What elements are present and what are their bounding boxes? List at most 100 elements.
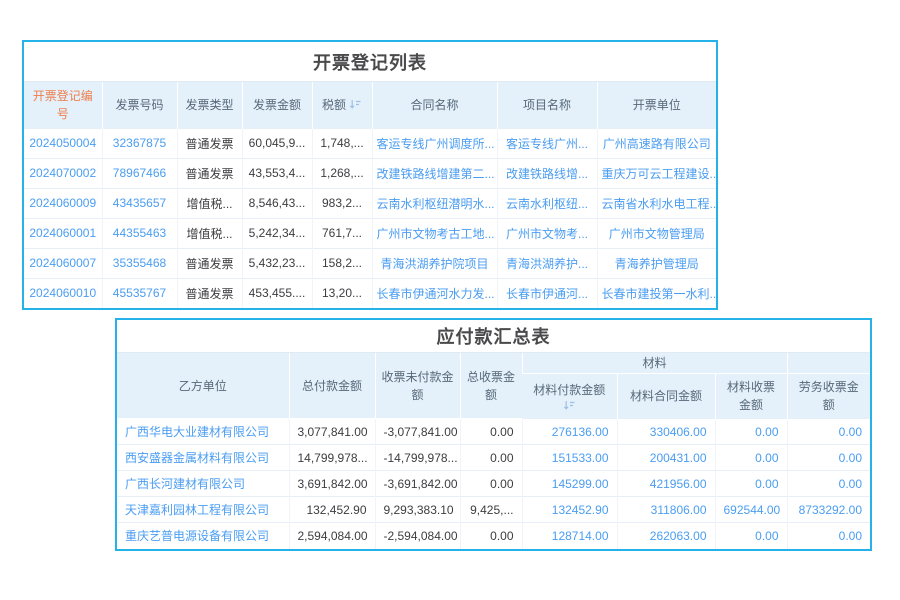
contract-name-cell[interactable]: 客运专线广州调度所... xyxy=(371,127,497,158)
invoice-header-row: 开票登记编号 发票号码 发票类型 发票金额 税额 合同名称 项目名称 开票单位 xyxy=(24,82,716,128)
material-received-cell[interactable]: 0.00 xyxy=(714,470,788,497)
labor-received-cell[interactable]: 8733292.00 xyxy=(786,496,871,523)
col-invoice-number-label: 发票号码 xyxy=(115,97,164,112)
party-b-unit-cell[interactable]: 重庆艺普电源设备有限公司 xyxy=(117,522,289,549)
total-payment-cell: 3,077,841.00 xyxy=(288,418,375,445)
invoice-type-cell: 普通发票 xyxy=(176,157,242,188)
col-material-payment-label: 材料付款金额 xyxy=(533,383,606,397)
material-received-cell[interactable]: 0.00 xyxy=(714,522,788,549)
labor-received-cell[interactable]: 0.00 xyxy=(786,444,871,471)
material-contract-cell[interactable]: 421956.00 xyxy=(616,470,715,497)
material-payment-cell[interactable]: 145299.00 xyxy=(521,470,617,497)
invoicing-unit-cell[interactable]: 广州市文物管理局 xyxy=(596,217,716,248)
invoice-row: 2024050004 32367875 普通发票 60,045,9... 1,748,.… xyxy=(24,127,716,158)
material-payment-cell[interactable]: 276136.00 xyxy=(521,418,617,445)
tax-amount-cell: 761,7... xyxy=(311,217,372,248)
tax-amount-cell: 1,748,... xyxy=(311,127,372,158)
col-total-payment-label: 总付款金额 xyxy=(301,378,362,393)
col-tax-amount[interactable]: 税额 xyxy=(311,82,372,128)
total-payment-cell: 14,799,978... xyxy=(288,444,375,471)
party-b-unit-cell[interactable]: 广西华电大业建材有限公司 xyxy=(117,418,289,445)
tax-amount-cell: 1,268,... xyxy=(311,157,372,188)
invoice-number-cell[interactable]: 35355468 xyxy=(101,247,177,278)
project-name-cell[interactable]: 广州市文物考... xyxy=(496,217,597,248)
labor-received-cell[interactable]: 0.00 xyxy=(786,522,871,549)
received-unpaid-cell: -14,799,978... xyxy=(374,444,460,471)
contract-name-cell[interactable]: 广州市文物考古工地... xyxy=(371,217,497,248)
material-group-label: 材料 xyxy=(642,356,667,370)
contract-name-cell[interactable]: 长春市伊通河水力发... xyxy=(371,277,497,308)
party-b-unit-cell[interactable]: 天津嘉利园林工程有限公司 xyxy=(117,496,289,523)
invoice-row: 2024060007 35355468 普通发票 5,432,23... 158,2..… xyxy=(24,247,716,278)
project-name-cell[interactable]: 云南水利枢纽... xyxy=(496,187,597,218)
col-registration-id-label: 开票登记编号 xyxy=(32,88,93,121)
col-total-received: 总收票金额 xyxy=(459,353,522,419)
invoice-amount-cell: 60,045,9... xyxy=(241,127,312,158)
sort-icon[interactable] xyxy=(349,99,362,110)
col-contract-name: 合同名称 xyxy=(371,82,497,128)
col-invoice-amount: 发票金额 xyxy=(241,82,312,128)
party-b-unit-cell[interactable]: 西安盛器金属材料有限公司 xyxy=(117,444,289,471)
material-contract-cell[interactable]: 262063.00 xyxy=(616,522,715,549)
invoice-type-cell: 增值税... xyxy=(176,187,242,218)
material-payment-cell[interactable]: 151533.00 xyxy=(521,444,617,471)
material-contract-cell[interactable]: 311806.00 xyxy=(616,496,715,523)
labor-group-header-empty xyxy=(786,353,871,374)
received-unpaid-cell: -3,077,841.00 xyxy=(374,418,460,445)
material-contract-cell[interactable]: 200431.00 xyxy=(616,444,715,471)
material-contract-cell[interactable]: 330406.00 xyxy=(616,418,715,445)
labor-received-cell[interactable]: 0.00 xyxy=(786,470,871,497)
invoicing-unit-cell[interactable]: 云南省水利水电工程... xyxy=(596,187,716,218)
material-payment-cell[interactable]: 128714.00 xyxy=(521,522,617,549)
registration-id-cell[interactable]: 2024050004 xyxy=(24,127,102,158)
col-invoice-type-label: 发票类型 xyxy=(185,97,234,112)
invoice-row: 2024070002 78967466 普通发票 43,553,4... 1,268,.… xyxy=(24,157,716,188)
payable-row: 西安盛器金属材料有限公司 14,799,978... -14,799,978... 0… xyxy=(117,444,871,471)
invoice-number-cell[interactable]: 78967466 xyxy=(101,157,177,188)
col-material-contract: 材料合同金额 xyxy=(616,373,715,419)
received-unpaid-cell: 9,293,383.10 xyxy=(374,496,460,523)
col-received-unpaid: 收票未付款金额 xyxy=(374,353,460,419)
received-unpaid-cell: -3,691,842.00 xyxy=(374,470,460,497)
contract-name-cell[interactable]: 青海洪湖养护院项目 xyxy=(371,247,497,278)
registration-id-cell[interactable]: 2024060010 xyxy=(24,277,102,308)
invoicing-unit-cell[interactable]: 广州高速路有限公司 xyxy=(596,127,716,158)
material-payment-cell[interactable]: 132452.90 xyxy=(521,496,617,523)
project-name-cell[interactable]: 客运专线广州... xyxy=(496,127,597,158)
material-received-cell[interactable]: 0.00 xyxy=(714,444,788,471)
registration-id-cell[interactable]: 2024060009 xyxy=(24,187,102,218)
contract-name-cell[interactable]: 改建铁路线增建第二... xyxy=(371,157,497,188)
invoicing-unit-cell[interactable]: 青海养护管理局 xyxy=(596,247,716,278)
invoice-number-cell[interactable]: 45535767 xyxy=(101,277,177,308)
labor-received-cell[interactable]: 0.00 xyxy=(786,418,871,445)
col-material-payment[interactable]: 材料付款金额 xyxy=(522,373,617,419)
invoice-type-cell: 普通发票 xyxy=(176,127,242,158)
material-received-cell[interactable]: 692544.00 xyxy=(714,496,788,523)
contract-name-cell[interactable]: 云南水利枢纽潜明水... xyxy=(371,187,497,218)
col-tax-amount-label: 税额 xyxy=(321,97,346,112)
project-name-cell[interactable]: 青海洪湖养护... xyxy=(496,247,597,278)
project-name-cell[interactable]: 改建铁路线增... xyxy=(496,157,597,188)
registration-id-cell[interactable]: 2024060007 xyxy=(24,247,102,278)
project-name-cell[interactable]: 长春市伊通河... xyxy=(496,277,597,308)
material-received-cell[interactable]: 0.00 xyxy=(714,418,788,445)
invoicing-unit-cell[interactable]: 长春市建投第一水利... xyxy=(596,277,716,308)
received-unpaid-cell: -2,594,084.00 xyxy=(374,522,460,549)
invoice-number-cell[interactable]: 32367875 xyxy=(101,127,177,158)
invoice-number-cell[interactable]: 43435657 xyxy=(101,187,177,218)
invoicing-unit-cell[interactable]: 重庆万可云工程建设... xyxy=(596,157,716,188)
col-contract-name-label: 合同名称 xyxy=(410,97,459,112)
invoice-type-cell: 增值税... xyxy=(176,217,242,248)
col-material-contract-label: 材料合同金额 xyxy=(629,389,702,403)
sort-icon[interactable] xyxy=(563,400,576,411)
invoice-amount-cell: 43,553,4... xyxy=(241,157,312,188)
col-project-name-label: 项目名称 xyxy=(522,97,571,112)
registration-id-cell[interactable]: 2024070002 xyxy=(24,157,102,188)
invoice-row: 2024060009 43435657 增值税... 8,546,43... 983,2… xyxy=(24,187,716,218)
total-received-cell: 9,425,... xyxy=(459,496,522,523)
registration-id-cell[interactable]: 2024060001 xyxy=(24,217,102,248)
col-invoice-type: 发票类型 xyxy=(176,82,242,128)
total-received-cell: 0.00 xyxy=(459,470,522,497)
party-b-unit-cell[interactable]: 广西长河建材有限公司 xyxy=(117,470,289,497)
invoice-number-cell[interactable]: 44355463 xyxy=(101,217,177,248)
